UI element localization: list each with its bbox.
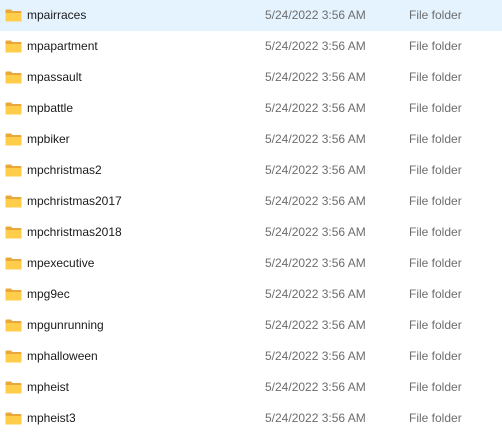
file-row[interactable]: mpchristmas2018 5/24/2022 3:56 AM File f… — [0, 217, 502, 248]
date-modified: 5/24/2022 3:56 AM — [265, 163, 366, 177]
date-modified: 5/24/2022 3:56 AM — [265, 132, 366, 146]
file-type: File folder — [409, 132, 462, 146]
folder-icon — [5, 133, 22, 146]
file-name: mpexecutive — [27, 256, 95, 270]
file-row[interactable]: mpapartment 5/24/2022 3:56 AM File folde… — [0, 31, 502, 62]
file-list: mpairraces 5/24/2022 3:56 AM File folder… — [0, 0, 502, 437]
file-row[interactable]: mpchristmas2 5/24/2022 3:56 AM File fold… — [0, 155, 502, 186]
date-modified: 5/24/2022 3:56 AM — [265, 349, 366, 363]
date-modified: 5/24/2022 3:56 AM — [265, 194, 366, 208]
file-type: File folder — [409, 163, 462, 177]
date-modified: 5/24/2022 3:56 AM — [265, 101, 366, 115]
folder-icon — [5, 412, 22, 425]
file-type: File folder — [409, 411, 462, 425]
date-modified: 5/24/2022 3:56 AM — [265, 411, 366, 425]
file-name: mpgunrunning — [27, 318, 104, 332]
folder-icon — [5, 319, 22, 332]
file-name: mpheist3 — [27, 411, 76, 425]
date-modified: 5/24/2022 3:56 AM — [265, 70, 366, 84]
file-name: mpheist — [27, 380, 70, 394]
file-row[interactable]: mpbiker 5/24/2022 3:56 AM File folder — [0, 124, 502, 155]
file-row[interactable]: mpairraces 5/24/2022 3:56 AM File folder — [0, 0, 502, 31]
date-modified: 5/24/2022 3:56 AM — [265, 39, 366, 53]
file-name: mpchristmas2 — [27, 163, 102, 177]
file-type: File folder — [409, 349, 462, 363]
date-modified: 5/24/2022 3:56 AM — [265, 380, 366, 394]
file-row[interactable]: mpheist 5/24/2022 3:56 AM File folder — [0, 372, 502, 403]
folder-icon — [5, 9, 22, 22]
file-row[interactable]: mpbattle 5/24/2022 3:56 AM File folder — [0, 93, 502, 124]
file-type: File folder — [409, 8, 462, 22]
folder-icon — [5, 381, 22, 394]
file-row[interactable]: mpheist3 5/24/2022 3:56 AM File folder — [0, 403, 502, 434]
file-type: File folder — [409, 70, 462, 84]
file-row[interactable]: mpchristmas2017 5/24/2022 3:56 AM File f… — [0, 186, 502, 217]
file-type: File folder — [409, 225, 462, 239]
file-row[interactable]: mpexecutive 5/24/2022 3:56 AM File folde… — [0, 248, 502, 279]
file-row[interactable]: mpassault 5/24/2022 3:56 AM File folder — [0, 62, 502, 93]
file-type: File folder — [409, 194, 462, 208]
file-row[interactable]: mphalloween 5/24/2022 3:56 AM File folde… — [0, 341, 502, 372]
date-modified: 5/24/2022 3:56 AM — [265, 318, 366, 332]
folder-icon — [5, 226, 22, 239]
folder-icon — [5, 102, 22, 115]
file-name: mphalloween — [27, 349, 98, 363]
file-type: File folder — [409, 380, 462, 394]
date-modified: 5/24/2022 3:56 AM — [265, 8, 366, 22]
folder-icon — [5, 40, 22, 53]
folder-icon — [5, 257, 22, 270]
file-type: File folder — [409, 318, 462, 332]
date-modified: 5/24/2022 3:56 AM — [265, 256, 366, 270]
file-name: mpg9ec — [27, 287, 70, 301]
folder-icon — [5, 195, 22, 208]
folder-icon — [5, 71, 22, 84]
folder-icon — [5, 350, 22, 363]
file-name: mpbattle — [27, 101, 74, 115]
date-modified: 5/24/2022 3:56 AM — [265, 225, 366, 239]
file-name: mpchristmas2018 — [27, 225, 122, 239]
file-name: mpchristmas2017 — [27, 194, 122, 208]
file-row[interactable]: mpgunrunning 5/24/2022 3:56 AM File fold… — [0, 310, 502, 341]
file-name: mpassault — [27, 70, 82, 84]
file-row[interactable]: mpg9ec 5/24/2022 3:56 AM File folder — [0, 279, 502, 310]
file-type: File folder — [409, 101, 462, 115]
file-type: File folder — [409, 39, 462, 53]
file-type: File folder — [409, 256, 462, 270]
file-name: mpapartment — [27, 39, 98, 53]
date-modified: 5/24/2022 3:56 AM — [265, 287, 366, 301]
file-name: mpbiker — [27, 132, 70, 146]
folder-icon — [5, 164, 22, 177]
file-name: mpairraces — [27, 8, 87, 22]
folder-icon — [5, 288, 22, 301]
file-type: File folder — [409, 287, 462, 301]
